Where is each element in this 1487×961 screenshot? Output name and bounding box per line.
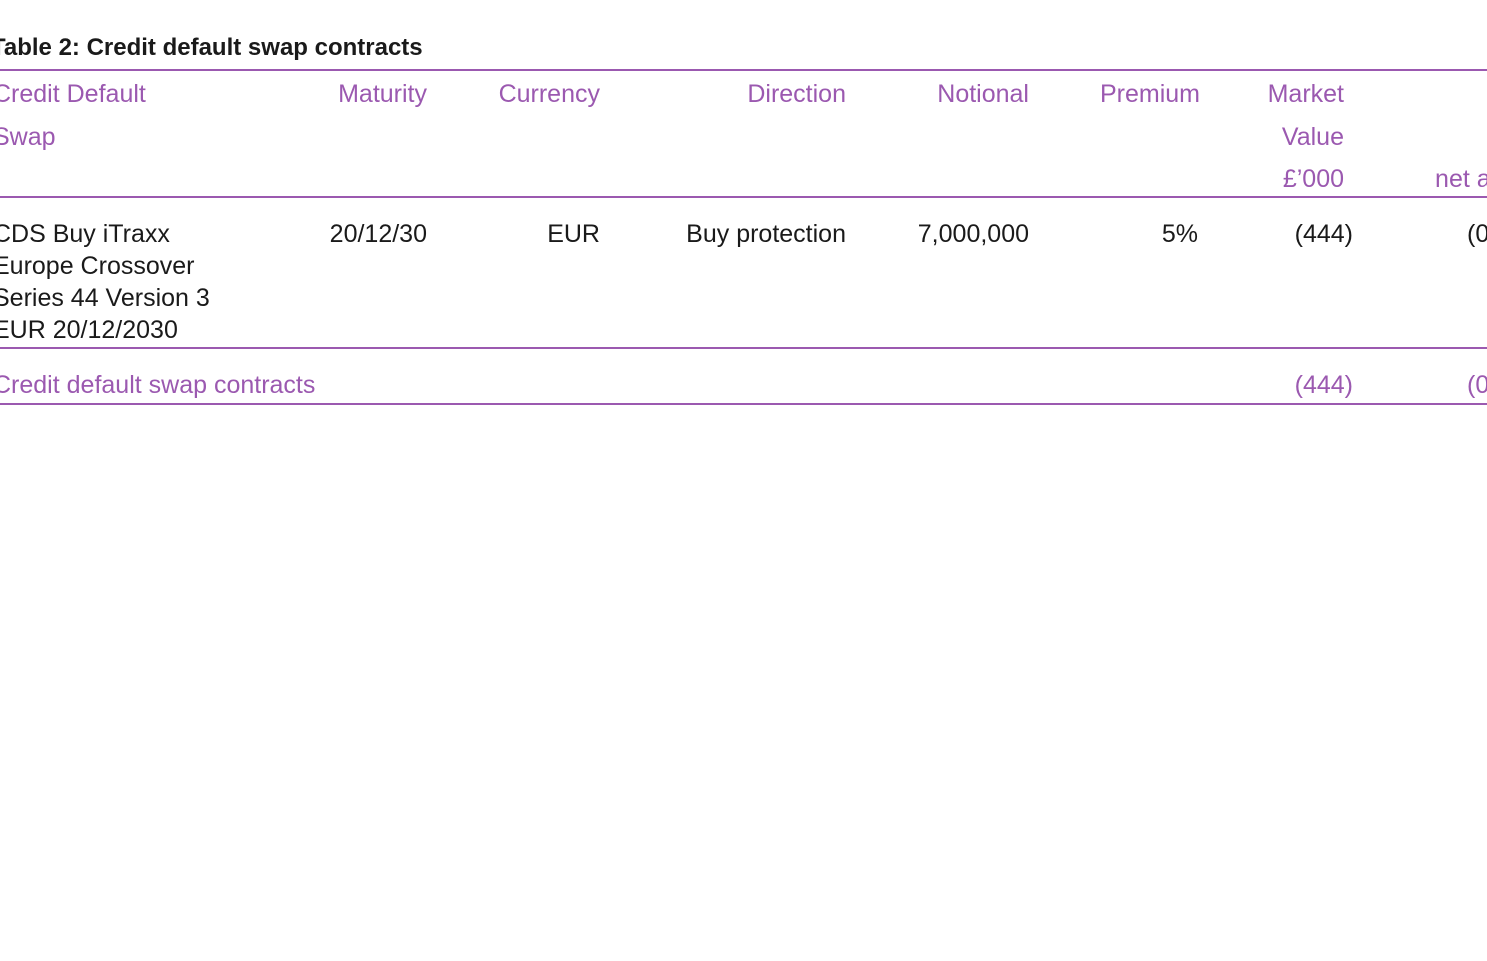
- header-pct-net-assets: % to net assets: [1399, 73, 1487, 201]
- row-bottom-rule: [0, 347, 1487, 349]
- table-top-rule: [0, 69, 1487, 71]
- header-market-value-line-3: £’000: [1282, 165, 1344, 193]
- row-swap-line-3: Series 44 Version 3: [0, 284, 210, 312]
- header-market-value-line-1: Market: [1267, 80, 1344, 108]
- header-bottom-rule: [0, 196, 1487, 198]
- header-direction: Direction: [747, 80, 846, 108]
- header-maturity: Maturity: [338, 80, 427, 108]
- row-swap-line-4: EUR 20/12/2030: [0, 316, 178, 344]
- table-bottom-rule: [0, 403, 1487, 405]
- header-swap-line-1: Credit Default: [0, 80, 146, 108]
- header-pct-line-1: %: [1399, 73, 1487, 116]
- row-maturity: 20/12/30: [329, 220, 427, 248]
- header-pct-line-3: net assets: [1435, 165, 1487, 193]
- total-pct-net-assets: (0.xx): [1467, 371, 1487, 399]
- row-notional: 7,000,000: [917, 220, 1029, 248]
- header-pct-line-2: to: [1399, 116, 1487, 159]
- row-market-value: (444): [1294, 220, 1353, 248]
- header-market-value-line-2: Value: [1281, 122, 1344, 151]
- row-premium: 5%: [1161, 220, 1198, 248]
- row-swap: CDS Buy iTraxx Europe Crossover Series 4…: [0, 218, 210, 346]
- header-swap-line-2: Swap: [0, 122, 56, 151]
- header-premium: Premium: [1099, 80, 1200, 108]
- row-swap-line-2: Europe Crossover: [0, 252, 195, 280]
- row-currency: EUR: [547, 220, 600, 248]
- table-title: Table 2: Credit default swap contracts: [0, 34, 423, 61]
- row-pct-net-assets: (0.xx): [1467, 220, 1487, 248]
- total-label: Credit default swap contracts: [0, 371, 316, 399]
- header-swap: Credit Default Swap: [0, 73, 146, 158]
- row-swap-line-1: CDS Buy iTraxx: [0, 220, 170, 248]
- header-notional: Notional: [937, 80, 1029, 108]
- header-currency: Currency: [498, 80, 600, 108]
- row-direction: Buy protection: [686, 220, 846, 248]
- header-market-value: Market Value £’000: [1268, 73, 1344, 201]
- total-market-value: (444): [1294, 371, 1353, 399]
